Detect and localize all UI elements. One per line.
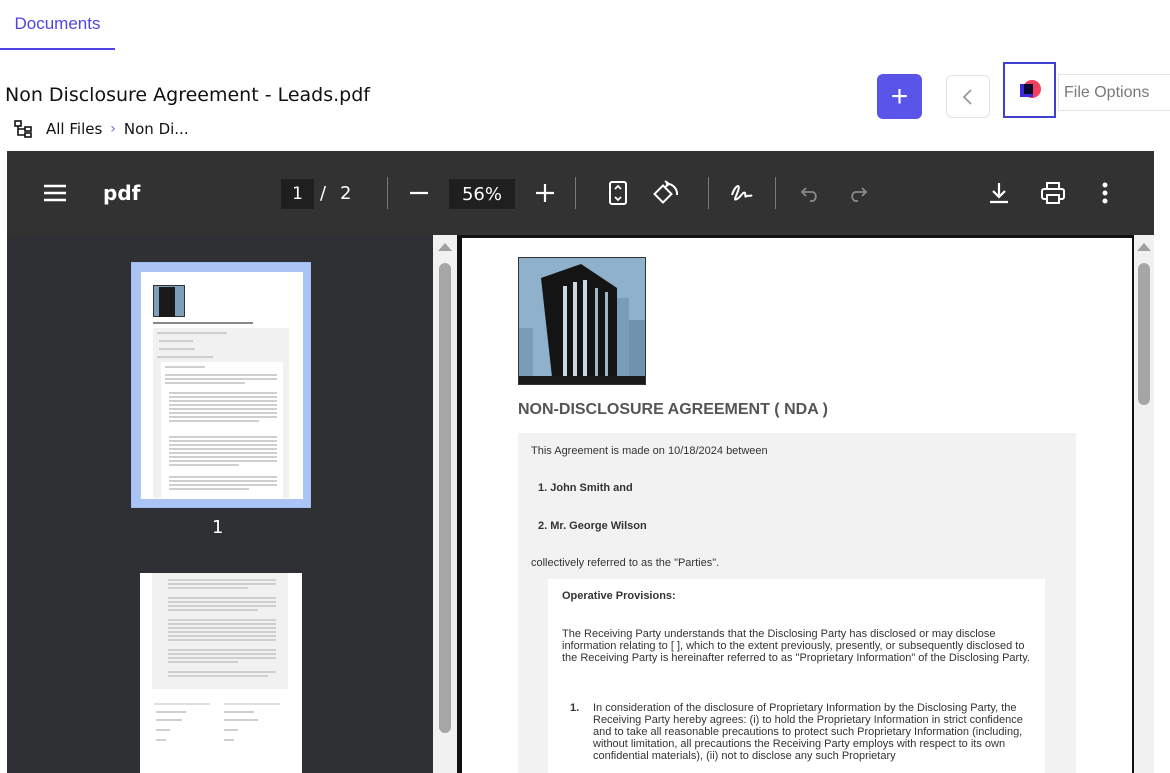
- page-view: NON-DISCLOSURE AGREEMENT ( NDA ) This Ag…: [457, 235, 1134, 773]
- breadcrumb-current[interactable]: Non Di...: [124, 120, 189, 138]
- print-icon[interactable]: [1039, 180, 1067, 206]
- document-title: Non Disclosure Agreement - Leads.pdf: [5, 84, 370, 106]
- file-options-button[interactable]: File Options: [1058, 74, 1170, 111]
- signature-icon[interactable]: [728, 179, 756, 207]
- chevron-right-icon: ›: [110, 121, 116, 137]
- pdf-viewer: pdf 1 / 2 56% 1 NON-DISCLOSURE AGREEMENT…: [7, 151, 1154, 773]
- provisions-section: Operative Provisions: The Receiving Part…: [548, 579, 1045, 773]
- tab-documents[interactable]: Documents: [0, 0, 115, 50]
- provision-item-text: In consideration of the disclosure of Pr…: [593, 702, 1023, 762]
- scrollbar-thumb[interactable]: [1138, 263, 1150, 405]
- thumbnail-scrollbar[interactable]: [433, 235, 457, 773]
- thumbnail-page-number: 1: [212, 517, 224, 538]
- chevron-left-icon: [962, 88, 972, 105]
- agreement-intro: This Agreement is made on 10/18/2024 bet…: [531, 445, 768, 457]
- redo-icon[interactable]: [847, 183, 869, 203]
- app-launcher-button[interactable]: [1003, 62, 1056, 118]
- scroll-up-icon[interactable]: [1137, 243, 1151, 251]
- thumbnail-page-image: [141, 272, 303, 499]
- page-separator: /: [320, 183, 327, 204]
- toolbar-divider: [387, 177, 388, 209]
- zoom-level[interactable]: 56%: [449, 179, 515, 209]
- toolbar-divider: [708, 177, 709, 209]
- company-logo: [518, 257, 646, 385]
- more-options-icon[interactable]: [1097, 180, 1113, 206]
- menu-icon[interactable]: [41, 181, 69, 205]
- breadcrumb: All Files › Non Di...: [14, 120, 189, 138]
- parties-collective: collectively referred to as the "Parties…: [531, 557, 720, 569]
- undo-icon[interactable]: [799, 183, 821, 203]
- thumbnail-panel: 1: [7, 235, 433, 773]
- back-button[interactable]: [946, 75, 990, 118]
- rotate-icon[interactable]: [651, 179, 681, 207]
- tab-bar: Documents: [0, 0, 1170, 50]
- fit-page-icon[interactable]: [607, 179, 629, 207]
- provisions-title: Operative Provisions:: [562, 590, 676, 602]
- scrollbar-thumb[interactable]: [439, 263, 451, 733]
- viewer-app-label: pdf: [103, 181, 141, 205]
- party-two: 2. Mr. George Wilson: [538, 520, 647, 532]
- provisions-paragraph: The Receiving Party understands that the…: [562, 628, 1030, 664]
- provision-number: 1.: [570, 702, 580, 714]
- page-scrollbar[interactable]: [1134, 235, 1154, 773]
- breadcrumb-root[interactable]: All Files: [46, 120, 102, 138]
- app-logo-icon: [1019, 80, 1041, 98]
- thumbnail-page-2[interactable]: [140, 573, 302, 773]
- download-icon[interactable]: [987, 180, 1011, 206]
- page-number-input[interactable]: 1: [281, 179, 314, 209]
- toolbar-divider: [775, 177, 776, 209]
- page-total: 2: [340, 183, 352, 204]
- thumbnail-page-1[interactable]: [131, 262, 311, 508]
- add-button[interactable]: +: [877, 74, 922, 119]
- document-heading: NON-DISCLOSURE AGREEMENT ( NDA ): [518, 401, 828, 418]
- pdf-page: NON-DISCLOSURE AGREEMENT ( NDA ) This Ag…: [462, 238, 1132, 773]
- zoom-in-icon[interactable]: [534, 182, 556, 204]
- party-one: 1. John Smith and: [538, 482, 633, 494]
- zoom-out-icon[interactable]: [408, 183, 430, 203]
- toolbar-divider: [575, 177, 576, 209]
- viewer-toolbar: pdf 1 / 2 56%: [7, 151, 1154, 235]
- folder-tree-icon[interactable]: [14, 120, 34, 138]
- agreement-section: This Agreement is made on 10/18/2024 bet…: [518, 433, 1076, 773]
- scroll-up-icon[interactable]: [438, 243, 452, 251]
